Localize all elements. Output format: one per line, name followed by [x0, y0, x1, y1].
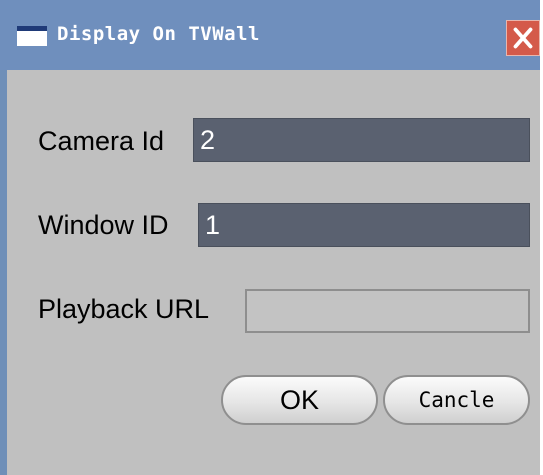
- cancel-button[interactable]: Cancle: [383, 375, 530, 425]
- title-bar[interactable]: Display On TVWall: [0, 0, 540, 70]
- camera-id-field[interactable]: 2: [193, 118, 530, 162]
- close-icon: [513, 27, 533, 49]
- window-icon: [17, 26, 47, 46]
- close-button[interactable]: [506, 20, 540, 56]
- window-title: Display On TVWall: [57, 23, 260, 45]
- dialog-window: Display On TVWall Camera Id 2 Window ID …: [0, 0, 540, 475]
- playback-url-label: Playback URL: [38, 294, 210, 324]
- dialog-body: Camera Id 2 Window ID 1 Playback URL OK …: [7, 70, 540, 475]
- ok-button[interactable]: OK: [221, 375, 378, 425]
- window-id-label: Window ID: [38, 210, 169, 240]
- camera-id-label: Camera Id: [38, 126, 165, 156]
- playback-url-field[interactable]: [245, 289, 530, 333]
- window-id-field[interactable]: 1: [198, 203, 530, 247]
